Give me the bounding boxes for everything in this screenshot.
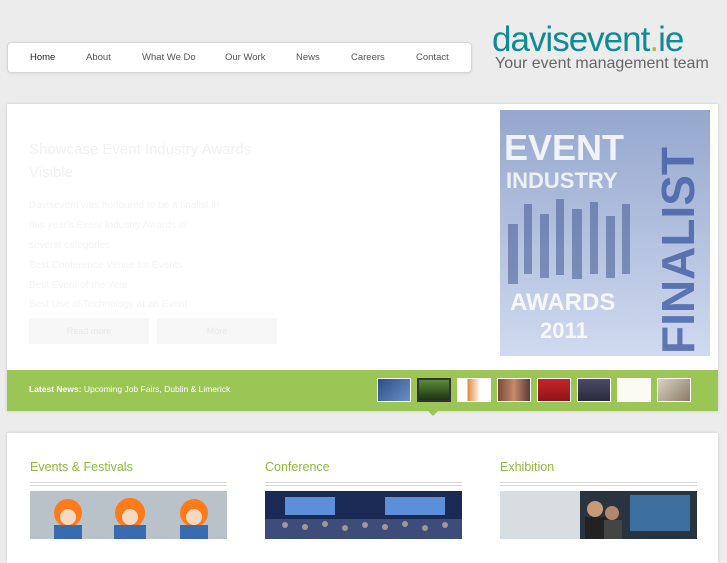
- logo-tagline: Your event management team: [495, 55, 709, 72]
- poster-year-text: 2011: [540, 318, 588, 343]
- slide-text-line: several categories: [29, 240, 111, 251]
- poster-event-text: EVENT: [504, 127, 624, 168]
- column-divider: [500, 482, 697, 486]
- more-button[interactable]: More: [157, 318, 277, 344]
- slide-text-line: Best Conference Venue for Events: [29, 260, 183, 271]
- featured-slider: Showcase Event Industry Awards Visible D…: [7, 104, 718, 416]
- slide-text-line: Best Use of Technology at an Event: [29, 299, 188, 310]
- exhibition-photo[interactable]: [500, 491, 697, 539]
- nav-news[interactable]: News: [296, 43, 320, 72]
- clowns-photo[interactable]: [30, 491, 227, 539]
- exhibition-illustration: [500, 491, 697, 539]
- site-logo[interactable]: davisevent.ie: [492, 20, 684, 60]
- slide-text-line: Best Event of the Year: [29, 280, 128, 291]
- poster-finalist-text: FINALIST: [652, 147, 704, 354]
- exhibition-title[interactable]: Exhibition: [500, 460, 554, 474]
- ribbon-thumb[interactable]: [617, 378, 651, 402]
- dog-thumb[interactable]: [657, 378, 691, 402]
- active-thumb-pointer: [428, 411, 438, 416]
- nav-home[interactable]: Home: [30, 43, 55, 72]
- clowns-illustration: [30, 491, 227, 539]
- latest-news-text[interactable]: Latest News: Upcoming Job Fairs, Dublin …: [29, 384, 230, 394]
- main-nav: Home About What We Do Our Work News Care…: [7, 42, 472, 73]
- awards-poster-graphic: EVENT INDUSTRY AWARDS 2011 FINALIST: [494, 104, 716, 360]
- nav-our-work[interactable]: Our Work: [225, 43, 265, 72]
- logo-thumb[interactable]: [457, 378, 491, 402]
- people-thumb[interactable]: [497, 378, 531, 402]
- slide-title: Showcase Event Industry Awards Visible: [29, 141, 252, 181]
- irish-tech-thumb[interactable]: [377, 378, 411, 402]
- crowd-thumb[interactable]: [577, 378, 611, 402]
- nav-about[interactable]: About: [86, 43, 111, 72]
- latest-news-bar: Latest News: Upcoming Job Fairs, Dublin …: [7, 370, 718, 416]
- conference-title[interactable]: Conference: [265, 460, 330, 474]
- logo-tld: ie: [658, 20, 684, 59]
- nav-what-we-do[interactable]: What We Do: [142, 43, 196, 72]
- event-industry-awards-poster: EVENT INDUSTRY AWARDS 2011 FINALIST: [494, 104, 716, 360]
- nav-contact[interactable]: Contact: [416, 43, 449, 72]
- poster-industry-text: INDUSTRY: [506, 168, 618, 193]
- conference-photo[interactable]: [265, 491, 462, 539]
- poster-awards-text: AWARDS: [510, 289, 615, 316]
- services-panel: Events & Festivals Conference Exhibition: [7, 433, 718, 563]
- logo-dot: .: [649, 20, 659, 59]
- read-more-button[interactable]: Read more: [29, 318, 149, 344]
- latest-news-headline: Upcoming Job Fairs, Dublin & Limerick: [83, 384, 231, 394]
- slide-text-line: Davisevent was honoured to be a finalist…: [29, 200, 220, 211]
- column-divider: [265, 482, 462, 486]
- slide-text-line: this year's Event Industry Awards in: [29, 220, 187, 231]
- silhouettes-thumb[interactable]: [417, 378, 451, 402]
- conference-illustration: [265, 491, 462, 539]
- column-divider: [30, 482, 227, 486]
- expo-thumb[interactable]: [537, 378, 571, 402]
- nav-careers[interactable]: Careers: [351, 43, 385, 72]
- latest-news-label: Latest News:: [29, 384, 82, 394]
- logo-name: davisevent: [492, 20, 650, 59]
- events-festivals-title[interactable]: Events & Festivals: [30, 460, 133, 474]
